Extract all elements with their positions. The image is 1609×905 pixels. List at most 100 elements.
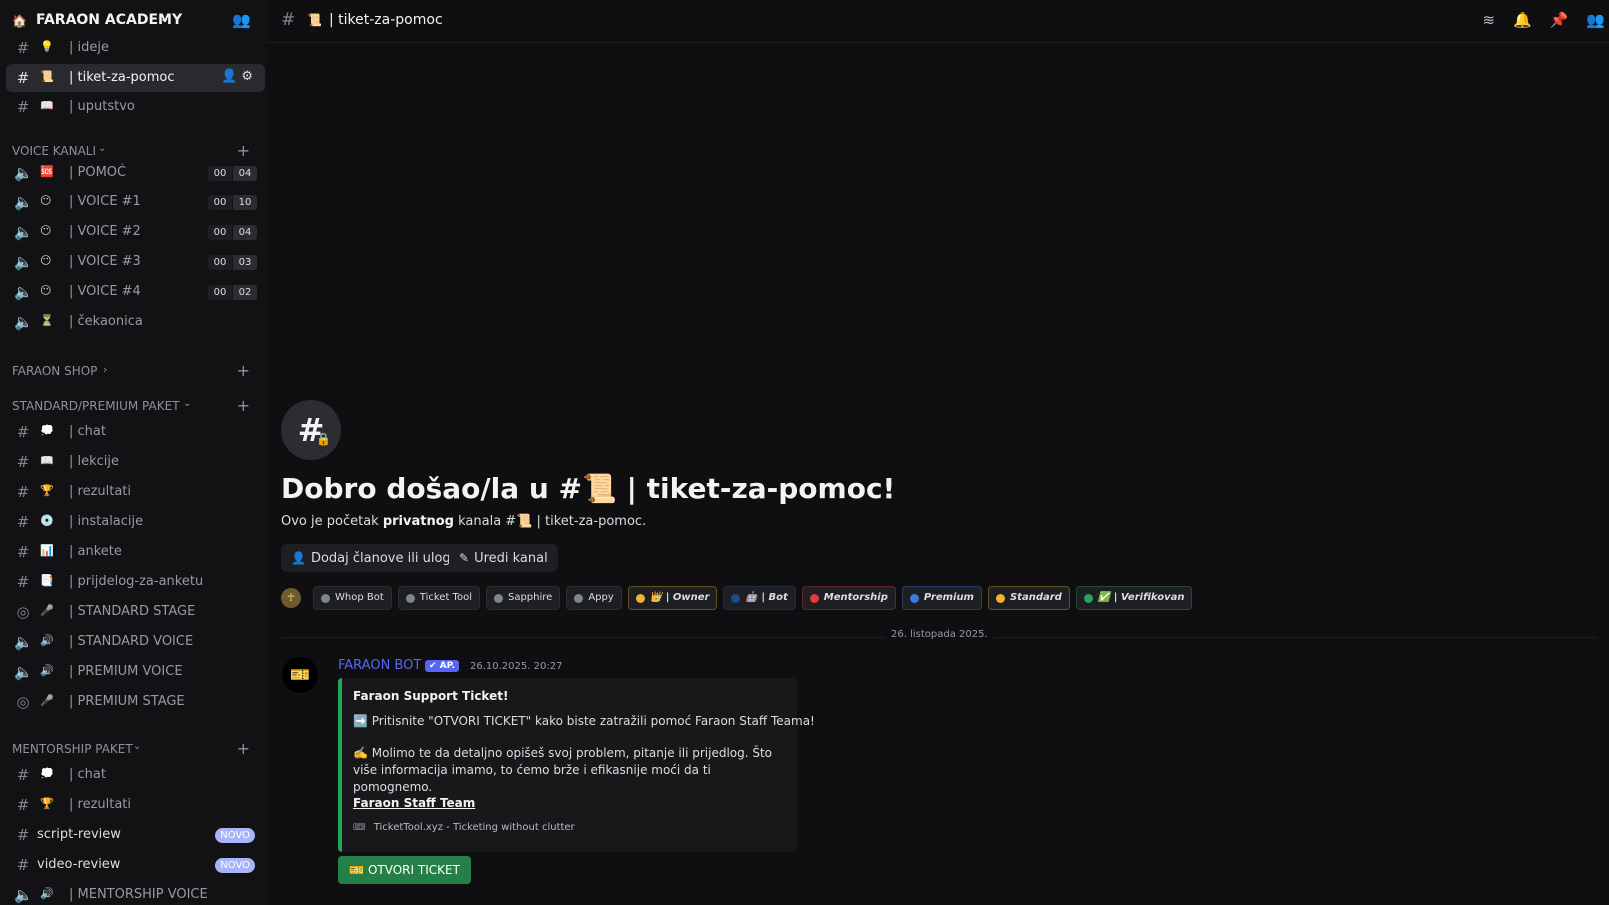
channel-emoji: 📜 xyxy=(40,70,54,83)
welcome-subtitle: Ovo je početak privatnog kanala #📜 | tik… xyxy=(281,514,647,529)
voice-channel-standard[interactable]: 🔈 🔊 | STANDARD VOICE xyxy=(6,628,265,656)
embed-signature[interactable]: Faraon Staff Team xyxy=(353,796,475,810)
new-badge: NOVO xyxy=(215,858,255,873)
channel-label: | čekaonica xyxy=(69,314,143,329)
channel-emoji: 🎤 xyxy=(40,604,54,617)
channel-video-review[interactable]: # video-review NOVO xyxy=(6,851,265,879)
edit-channel-button[interactable]: ✎ Uredi kanal xyxy=(449,544,558,572)
channel-label: | VOICE #4 xyxy=(69,284,141,299)
channel-sidebar: 🏠 FARAON ACADEMY ⌄ 👥 # 💡 | ideje # 📜 | t… xyxy=(0,0,267,905)
role-label: Standard xyxy=(1009,592,1062,603)
voice-channel-2[interactable]: 🔈 😶 | VOICE #2 00 04 xyxy=(6,218,265,246)
role-pill[interactable]: Mentorship xyxy=(801,586,896,610)
category-faraon-shop[interactable]: FARAON SHOP › + xyxy=(12,361,262,381)
channel-emoji: 🎤 xyxy=(40,694,54,707)
avatar[interactable]: 🎫 xyxy=(282,657,318,693)
voice-channel-mentorship[interactable]: 🔈 🔊 | MENTORSHIP VOICE xyxy=(6,881,265,905)
channel-ankete[interactable]: # 📊 | ankete xyxy=(6,538,265,566)
date-divider-label: 26. listopada 2025. xyxy=(885,629,994,640)
channel-label: | VOICE #1 xyxy=(69,194,141,209)
channel-script-review[interactable]: # script-review NOVO xyxy=(6,821,265,849)
add-channel-icon[interactable]: + xyxy=(237,739,250,758)
channel-label: | MENTORSHIP VOICE xyxy=(69,887,208,902)
channel-label: | prijdelog-za-anketu xyxy=(69,574,204,589)
text-channel-icon: # xyxy=(16,98,30,116)
channel-mentorship-rezultati[interactable]: # 🏆 | rezultati xyxy=(6,791,265,819)
add-channel-icon[interactable]: + xyxy=(237,396,250,415)
role-label: Ticket Tool xyxy=(419,592,472,603)
role-pill[interactable]: Whop Bot xyxy=(313,586,392,610)
role-pill[interactable]: Premium xyxy=(901,586,982,610)
channel-emoji: 🔊 xyxy=(40,887,54,900)
channel-prijdelog-za-anketu[interactable]: # 📑 | prijdelog-za-anketu xyxy=(6,568,265,596)
channel-emoji: 🏆 xyxy=(40,484,54,497)
member-list-icon[interactable]: 👥 xyxy=(1586,11,1605,29)
channel-mentorship-chat[interactable]: # 💭 | chat xyxy=(6,761,265,789)
channel-emoji: 📖 xyxy=(40,454,54,467)
channel-label: | chat xyxy=(69,767,106,782)
voice-user-count: 00 10 xyxy=(208,195,257,210)
role-pill[interactable]: ✅ | Verifikovan xyxy=(1075,586,1193,610)
channel-rezultati[interactable]: # 🏆 | rezultati xyxy=(6,478,265,506)
voice-channel-4[interactable]: 🔈 😶 | VOICE #4 00 02 xyxy=(6,278,265,306)
channel-instalacije[interactable]: # 💿 | instalacije xyxy=(6,508,265,536)
category-label: MENTORSHIP PAKET xyxy=(12,742,133,756)
role-pill[interactable]: Ticket Tool xyxy=(397,586,480,610)
voice-channel-pomoc[interactable]: 🔈 🆘 | POMOĆ 00 04 xyxy=(6,159,265,187)
stage-channel-standard[interactable]: ◎ 🎤 | STANDARD STAGE xyxy=(6,598,265,626)
bell-icon[interactable]: 🔔 xyxy=(1513,11,1532,29)
role-color-dot xyxy=(1083,593,1093,603)
category-mentorship[interactable]: MENTORSHIP PAKET ⌄ + xyxy=(12,739,262,759)
channel-emoji: 🔊 xyxy=(40,634,54,647)
message-embed: Faraon Support Ticket! ➡️ Pritisnite "OT… xyxy=(338,678,815,852)
channel-label: | instalacije xyxy=(69,514,144,529)
open-ticket-button[interactable]: 🎫 OTVORI TICKET xyxy=(338,856,471,884)
avatar[interactable]: ☥ xyxy=(281,588,301,608)
pin-icon[interactable]: 📌 xyxy=(1550,11,1569,29)
chevron-down-icon[interactable]: ⌄ xyxy=(160,12,169,25)
role-color-dot xyxy=(909,593,919,603)
role-pill[interactable]: 👑 | Owner xyxy=(627,586,718,610)
channel-emoji: 💭 xyxy=(40,424,54,437)
channel-label: script-review xyxy=(37,827,121,842)
role-pill[interactable]: Sapphire xyxy=(485,586,561,610)
threads-icon[interactable]: ≋ xyxy=(1482,11,1495,29)
channel-chat[interactable]: # 💭 | chat xyxy=(6,418,265,446)
voice-channel-icon: 🔈 xyxy=(14,886,33,904)
role-pill[interactable]: Standard xyxy=(987,586,1070,610)
voice-channel-premium[interactable]: 🔈 🔊 | PREMIUM VOICE xyxy=(6,658,265,686)
role-label: Whop Bot xyxy=(335,592,384,603)
category-standard-premium[interactable]: STANDARD/PREMIUM PAKET ⌄ + xyxy=(12,396,262,416)
channel-label: | chat xyxy=(69,424,106,439)
voice-channel-1[interactable]: 🔈 😶 | VOICE #1 00 10 xyxy=(6,188,265,216)
role-pill[interactable]: 🤖 | Bot xyxy=(723,586,796,610)
channel-ideje[interactable]: # 💡 | ideje xyxy=(6,34,265,62)
channel-label: | VOICE #2 xyxy=(69,224,141,239)
channel-lekcije[interactable]: # 📖 | lekcije xyxy=(6,448,265,476)
channel-uputstvo[interactable]: # 📖 | uputstvo xyxy=(6,93,265,121)
invite-member-icon[interactable]: 👤 xyxy=(221,69,241,84)
add-members-button[interactable]: 👤 Dodaj članove ili uloge xyxy=(281,544,469,572)
channel-emoji: 💿 xyxy=(40,514,54,527)
gear-icon[interactable]: ⚙ xyxy=(241,69,257,84)
ticket-icon: 🎟 xyxy=(353,822,366,833)
voice-channel-icon: 🔈 xyxy=(14,223,33,241)
role-pill[interactable]: Appy xyxy=(566,586,622,610)
invite-people-icon[interactable]: 👥 xyxy=(232,11,251,29)
channel-tiket-za-pomoc[interactable]: # 📜 | tiket-za-pomoc 👤⚙ xyxy=(6,64,265,92)
channel-tools: 👤⚙ xyxy=(221,69,257,84)
channel-label: | uputstvo xyxy=(69,99,135,114)
stage-channel-premium[interactable]: ◎ 🎤 | PREMIUM STAGE xyxy=(6,688,265,716)
channel-label: | STANDARD VOICE xyxy=(69,634,194,649)
role-color-dot xyxy=(809,593,819,603)
voice-user-count: 00 02 xyxy=(208,285,257,300)
voice-channel-icon: 🔈 xyxy=(14,164,33,182)
voice-channel-3[interactable]: 🔈 😶 | VOICE #3 00 03 xyxy=(6,248,265,276)
message-author[interactable]: FARAON BOT xyxy=(338,658,421,673)
add-channel-icon[interactable]: + xyxy=(237,361,250,380)
add-channel-icon[interactable]: + xyxy=(237,141,250,160)
voice-channel-cekaonica[interactable]: 🔈 ⏳ | čekaonica xyxy=(6,308,265,336)
chevron-right-icon: › xyxy=(103,363,108,376)
channel-label: | ideje xyxy=(69,40,109,55)
embed-title: Faraon Support Ticket! xyxy=(353,689,509,703)
